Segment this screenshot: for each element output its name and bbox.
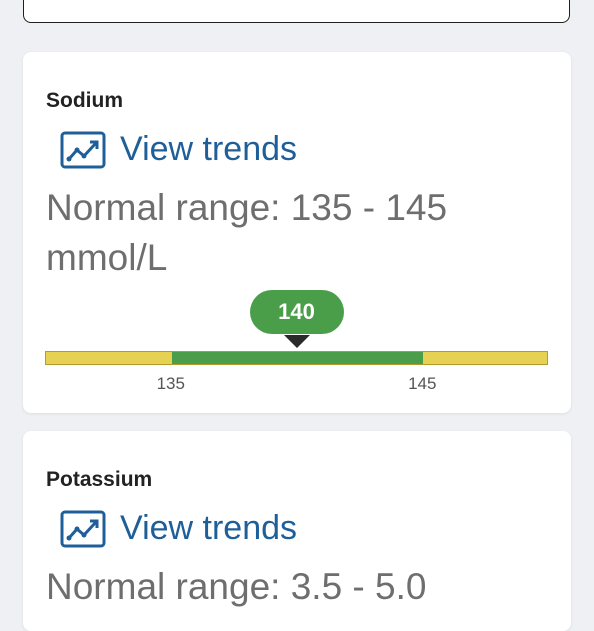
trend-chart-icon bbox=[60, 510, 106, 547]
range-bar-normal-segment bbox=[171, 352, 424, 364]
normal-range-text: Normal range: 3.5 - 5.0 bbox=[46, 566, 427, 607]
range-bar bbox=[45, 351, 548, 365]
range-max-label: 145 bbox=[408, 374, 437, 393]
range-min-label: 135 bbox=[156, 374, 185, 393]
trend-chart-icon bbox=[60, 131, 106, 168]
result-value-badge: 140 bbox=[249, 290, 344, 334]
view-trends-label: View trends bbox=[120, 130, 298, 168]
result-card-potassium: Potassium View trends Normal range: 3.5 … bbox=[23, 431, 571, 631]
normal-range-text: Normal range: 135 - 145 mmol/L bbox=[46, 187, 448, 278]
result-title: Potassium bbox=[46, 468, 153, 491]
view-trends-label: View trends bbox=[120, 509, 298, 547]
view-trends-link[interactable]: View trends bbox=[60, 130, 297, 169]
view-trends-link[interactable]: View trends bbox=[60, 509, 297, 548]
previous-card bbox=[23, 0, 570, 23]
value-pointer bbox=[283, 335, 310, 348]
result-title: Sodium bbox=[46, 89, 123, 112]
result-card-sodium: Sodium View trends Normal range: 135 - 1… bbox=[23, 52, 571, 413]
